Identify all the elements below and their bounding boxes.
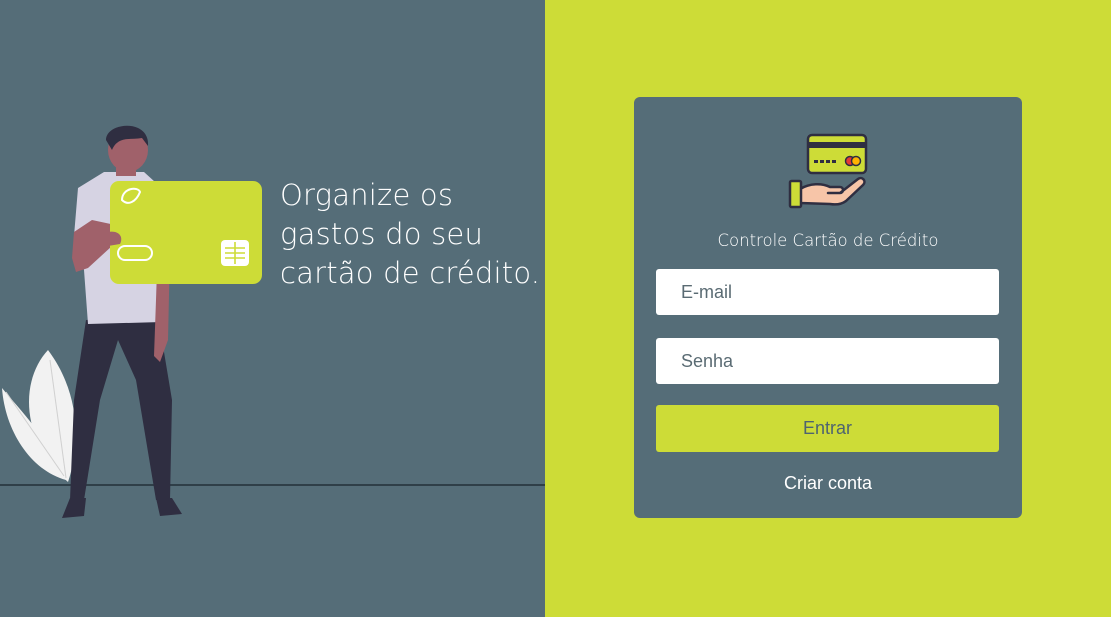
tagline-line-3: cartão de crédito. — [280, 256, 541, 290]
create-account-link[interactable]: Criar conta — [634, 473, 1022, 494]
email-field[interactable] — [656, 269, 999, 315]
tagline-line-2: gastos do seu — [280, 217, 484, 251]
credit-card-hand-icon — [788, 133, 868, 209]
login-title: Controle Cartão de Crédito — [717, 231, 939, 250]
password-field[interactable] — [656, 338, 999, 384]
illustration-credit-card — [110, 181, 262, 284]
hero-tagline: Organize os gastos do seu cartão de créd… — [280, 176, 542, 293]
plant-leaves — [2, 350, 76, 482]
person-holding-card-illustration — [2, 125, 262, 518]
tagline-line-1: Organize os — [280, 178, 454, 212]
login-card: Controle Cartão de Crédito Entrar Criar … — [634, 97, 1022, 518]
hero-panel: Organize os gastos do seu cartão de créd… — [0, 0, 545, 617]
login-button[interactable]: Entrar — [656, 405, 999, 452]
